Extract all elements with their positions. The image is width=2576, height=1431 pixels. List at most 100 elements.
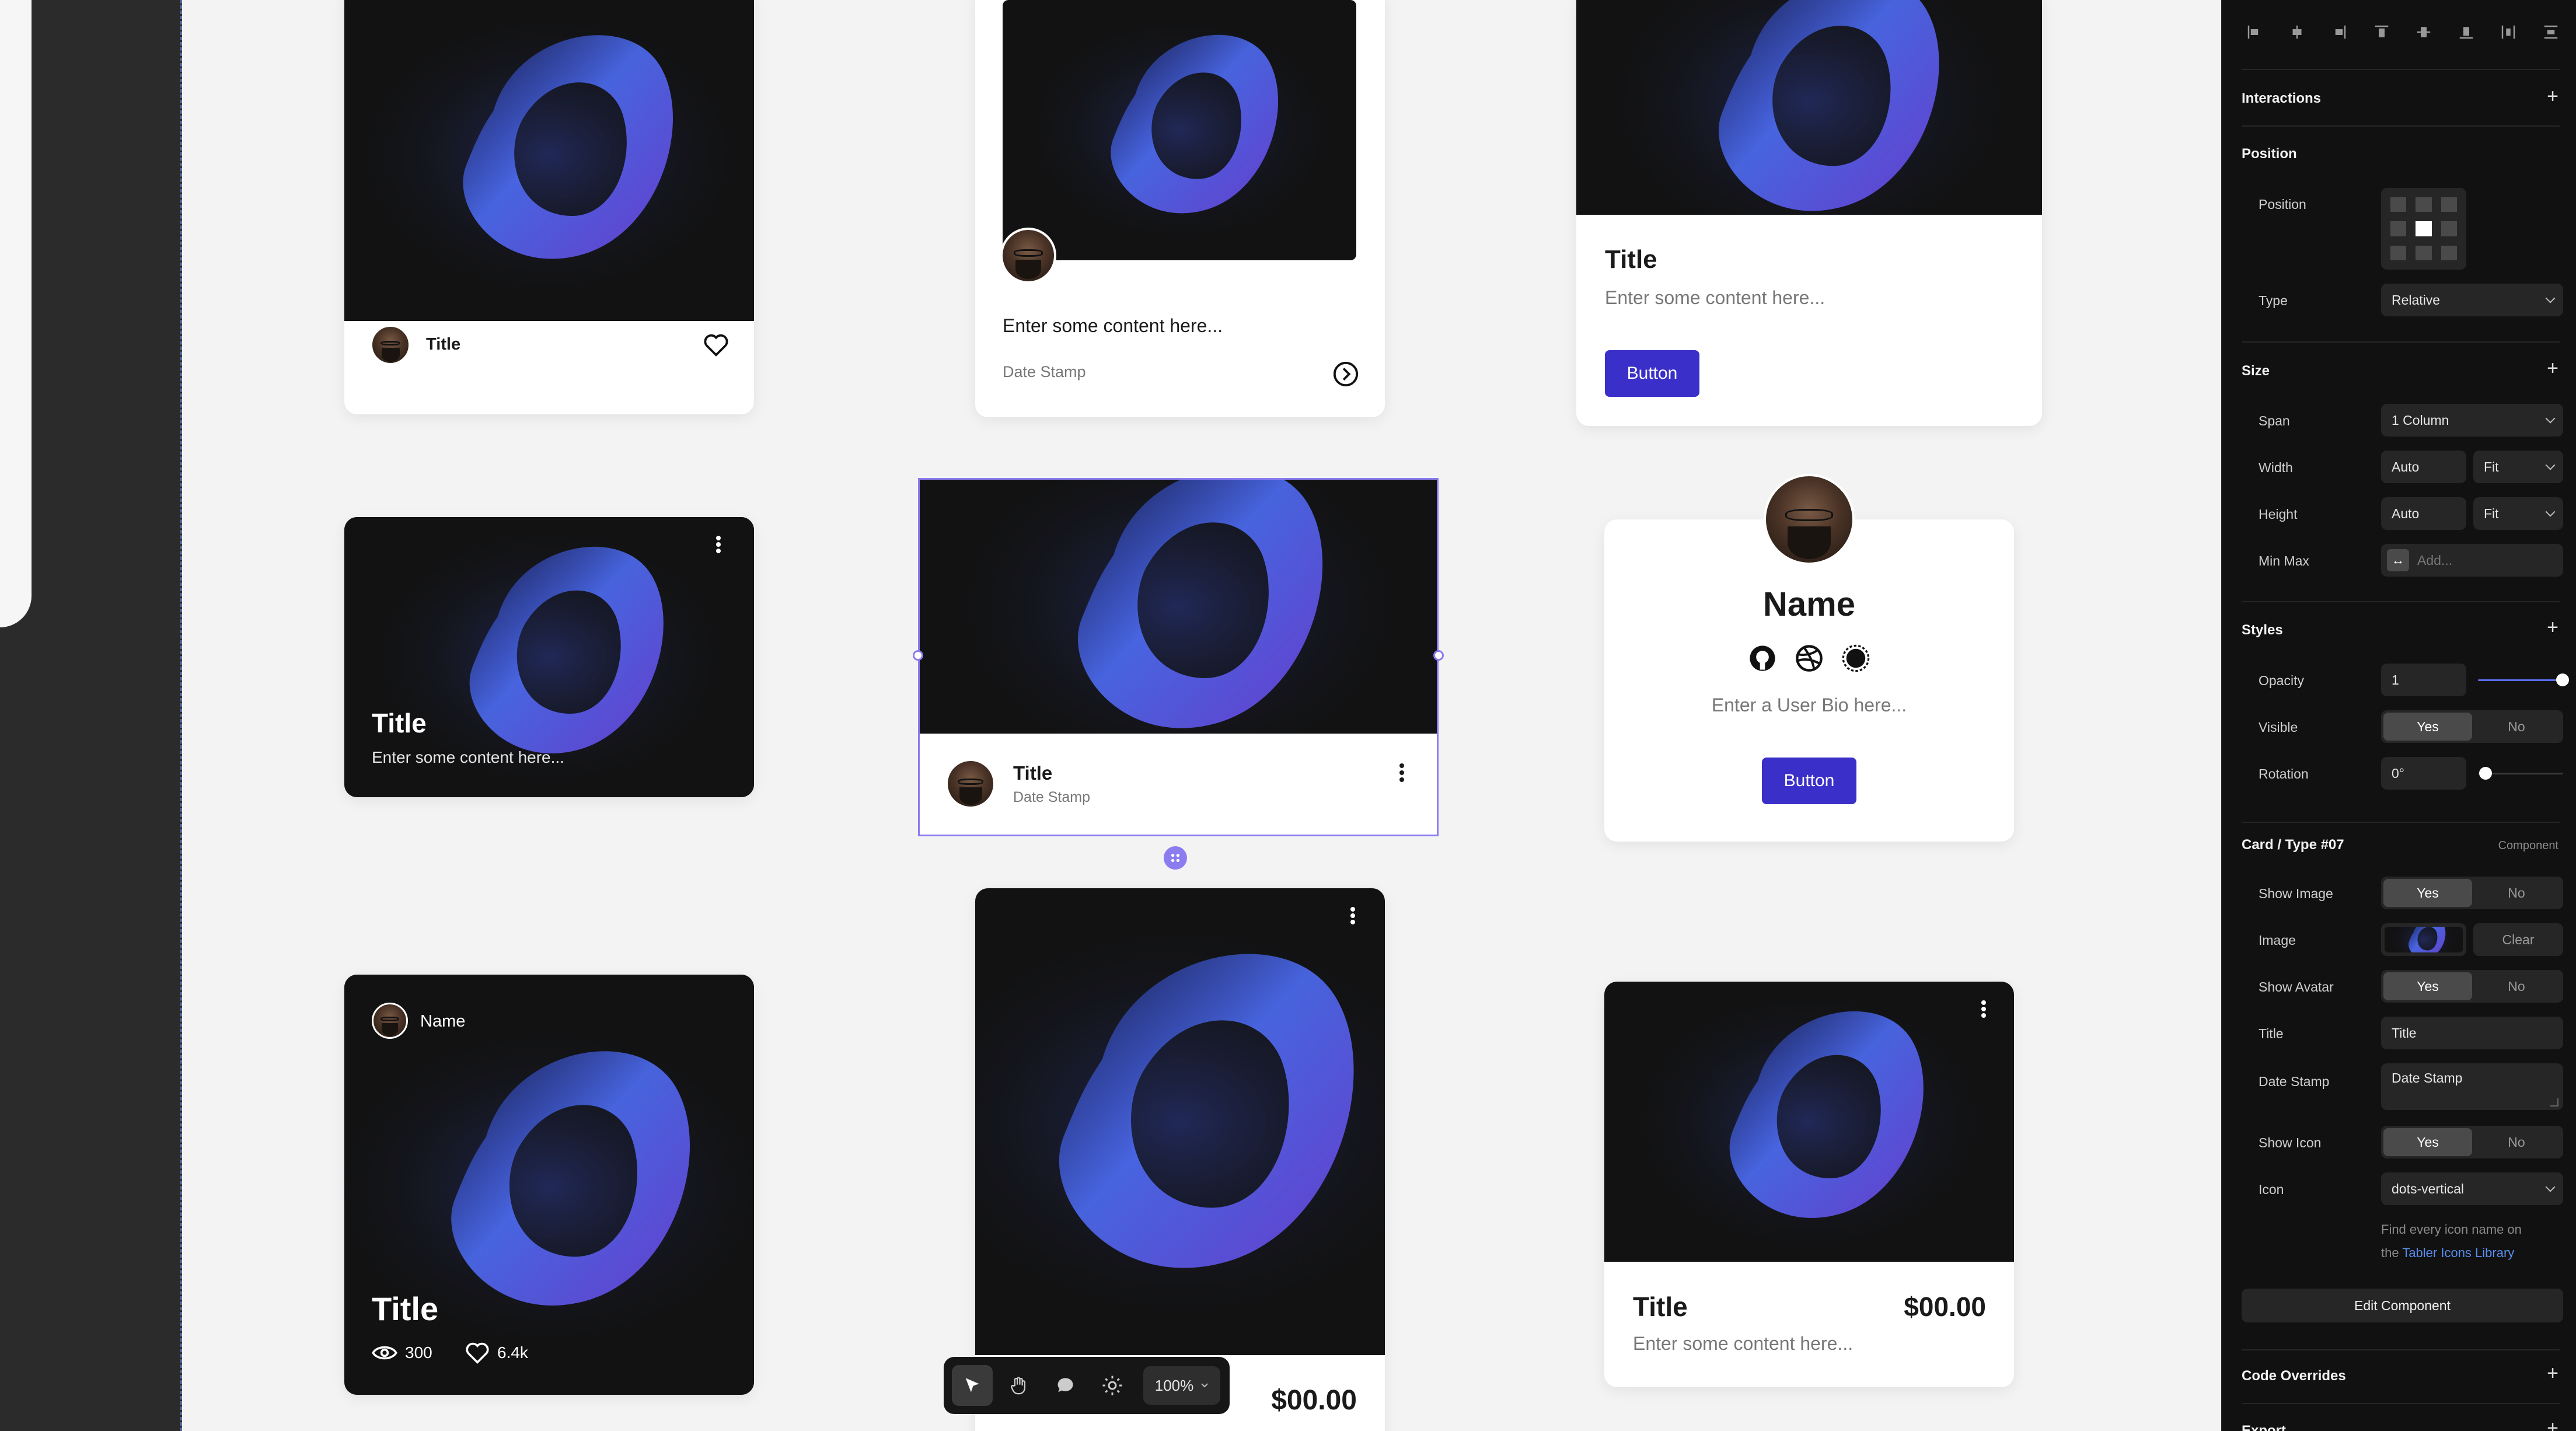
align-top-icon[interactable] bbox=[2373, 23, 2390, 41]
card-6[interactable]: Name Enter a User Bio here... Button bbox=[1604, 519, 2014, 842]
align-left-icon[interactable] bbox=[2246, 23, 2263, 41]
tabler-icons-link[interactable]: Tabler Icons Library bbox=[2402, 1245, 2514, 1260]
card-5[interactable]: Title Date Stamp bbox=[920, 480, 1437, 835]
card-image bbox=[344, 0, 754, 321]
distribute-horizontal-icon[interactable] bbox=[2500, 23, 2517, 41]
align-center-h-icon[interactable] bbox=[2288, 23, 2306, 41]
card-image bbox=[975, 888, 1385, 1355]
add-interaction-button[interactable]: + bbox=[2547, 86, 2558, 106]
pointer-tool[interactable] bbox=[952, 1365, 993, 1406]
card-9[interactable]: Title $00.00 Enter some content here... bbox=[1604, 982, 2014, 1387]
show-icon-yes[interactable]: Yes bbox=[2383, 1128, 2472, 1156]
image-picker[interactable] bbox=[2381, 923, 2466, 956]
component-tag: Component bbox=[2498, 839, 2558, 852]
dribbble-icon[interactable] bbox=[1794, 643, 1824, 673]
opacity-label: Opacity bbox=[2259, 673, 2304, 688]
align-center-v-icon[interactable] bbox=[2415, 23, 2432, 41]
visible-no[interactable]: No bbox=[2472, 713, 2561, 741]
type-select[interactable]: Relative bbox=[2381, 284, 2563, 316]
visible-toggle[interactable]: Yes No bbox=[2381, 710, 2563, 743]
card-content: Enter some content here... bbox=[372, 748, 564, 766]
show-icon-no[interactable]: No bbox=[2472, 1128, 2561, 1156]
position-grid[interactable] bbox=[2381, 188, 2466, 270]
opacity-slider[interactable] bbox=[2478, 679, 2563, 681]
add-size-button[interactable]: + bbox=[2547, 358, 2558, 378]
dots-vertical-icon[interactable] bbox=[715, 536, 721, 553]
distribute-vertical-icon[interactable] bbox=[2542, 23, 2560, 41]
add-export-button[interactable]: + bbox=[2547, 1418, 2558, 1431]
resize-grip-icon[interactable] bbox=[2550, 1098, 2558, 1107]
width-label: Width bbox=[2259, 460, 2293, 475]
height-input[interactable]: Auto bbox=[2381, 497, 2466, 530]
card-2[interactable]: Enter some content here... Date Stamp bbox=[975, 0, 1385, 417]
show-avatar-no[interactable]: No bbox=[2472, 972, 2561, 1000]
zoom-select[interactable]: 100% bbox=[1143, 1366, 1220, 1405]
author-name: Name bbox=[420, 1012, 466, 1031]
design-canvas[interactable]: Title Enter some content here... Date St… bbox=[182, 0, 2221, 1431]
width-input[interactable]: Auto bbox=[2381, 451, 2466, 483]
primary-button[interactable]: Button bbox=[1605, 350, 1699, 397]
sun-icon bbox=[1102, 1376, 1122, 1395]
user-bio: Enter a User Bio here... bbox=[1711, 694, 1907, 716]
icon-label: Icon bbox=[2259, 1182, 2284, 1197]
dots-vertical-icon[interactable] bbox=[1350, 907, 1356, 924]
show-image-toggle[interactable]: Yes No bbox=[2381, 877, 2563, 909]
card-4[interactable]: Title Enter some content here... bbox=[344, 517, 754, 797]
drag-handle-icon[interactable] bbox=[1164, 846, 1187, 870]
view-count: 300 bbox=[405, 1343, 432, 1362]
width-mode-select[interactable]: Fit bbox=[2473, 451, 2563, 483]
arrow-circle-icon[interactable] bbox=[1332, 361, 1359, 388]
comment-tool[interactable] bbox=[1045, 1365, 1086, 1406]
theme-tool[interactable] bbox=[1092, 1365, 1133, 1406]
title-input[interactable]: Title bbox=[2381, 1017, 2563, 1049]
align-right-icon[interactable] bbox=[2330, 23, 2348, 41]
rotation-slider-knob[interactable] bbox=[2479, 767, 2492, 780]
opacity-input[interactable]: 1 bbox=[2381, 664, 2466, 696]
price: $00.00 bbox=[1271, 1385, 1357, 1416]
dots-vertical-icon[interactable] bbox=[1399, 763, 1405, 782]
title-value: Title bbox=[2392, 1025, 2417, 1041]
icon-select[interactable]: dots-vertical bbox=[2381, 1172, 2563, 1205]
image-clear-button[interactable]: Clear bbox=[2473, 923, 2563, 956]
card-7[interactable]: Name Title 300 6.4k bbox=[344, 975, 754, 1395]
visible-yes[interactable]: Yes bbox=[2383, 713, 2472, 741]
add-code-override-button[interactable]: + bbox=[2547, 1363, 2558, 1383]
show-avatar-yes[interactable]: Yes bbox=[2383, 972, 2472, 1000]
date-stamp-textarea[interactable]: Date Stamp bbox=[2381, 1063, 2563, 1110]
hand-tool[interactable] bbox=[999, 1365, 1039, 1406]
divider bbox=[2242, 1349, 2560, 1350]
github-icon[interactable] bbox=[1747, 643, 1778, 673]
minmax-input[interactable]: ↔ Add... bbox=[2381, 544, 2563, 577]
height-mode-select[interactable]: Fit bbox=[2473, 497, 2563, 530]
show-image-yes[interactable]: Yes bbox=[2383, 879, 2472, 907]
show-avatar-toggle[interactable]: Yes No bbox=[2381, 970, 2563, 1003]
opacity-slider-knob[interactable] bbox=[2556, 673, 2569, 686]
show-icon-toggle[interactable]: Yes No bbox=[2381, 1126, 2563, 1158]
add-style-button[interactable]: + bbox=[2547, 617, 2558, 637]
rotation-input[interactable]: 0° bbox=[2381, 757, 2466, 790]
profile-avatar bbox=[1764, 474, 1855, 565]
properties-panel: Interactions + Position Position Type Re… bbox=[2221, 0, 2576, 1431]
divider bbox=[2242, 69, 2560, 70]
heart-icon[interactable] bbox=[703, 333, 729, 357]
position-label: Position bbox=[2259, 197, 2306, 212]
card-image bbox=[920, 480, 1437, 734]
signal-icon[interactable] bbox=[1841, 643, 1871, 673]
primary-button[interactable]: Button bbox=[1762, 758, 1856, 804]
dots-vertical-icon[interactable] bbox=[1981, 1000, 1987, 1018]
show-image-no[interactable]: No bbox=[2472, 879, 2561, 907]
edit-component-button[interactable]: Edit Component bbox=[2242, 1289, 2563, 1322]
card-1[interactable]: Title bbox=[344, 0, 754, 414]
card-title: Title bbox=[426, 335, 461, 354]
position-section-title: Position bbox=[2242, 146, 2297, 162]
code-overrides-title: Code Overrides bbox=[2242, 1368, 2346, 1384]
minmax-label: Min Max bbox=[2259, 553, 2309, 568]
card-8[interactable]: $00.00 bbox=[975, 888, 1385, 1431]
image-thumbnail bbox=[2385, 927, 2463, 952]
span-select[interactable]: 1 Column bbox=[2381, 404, 2563, 437]
heart-icon[interactable] bbox=[465, 1341, 490, 1364]
icon-help-line-1: Find every icon name on bbox=[2381, 1222, 2522, 1237]
avatar bbox=[1000, 228, 1056, 284]
align-bottom-icon[interactable] bbox=[2458, 23, 2475, 41]
card-3[interactable]: Title Enter some content here... Button bbox=[1576, 0, 2042, 426]
